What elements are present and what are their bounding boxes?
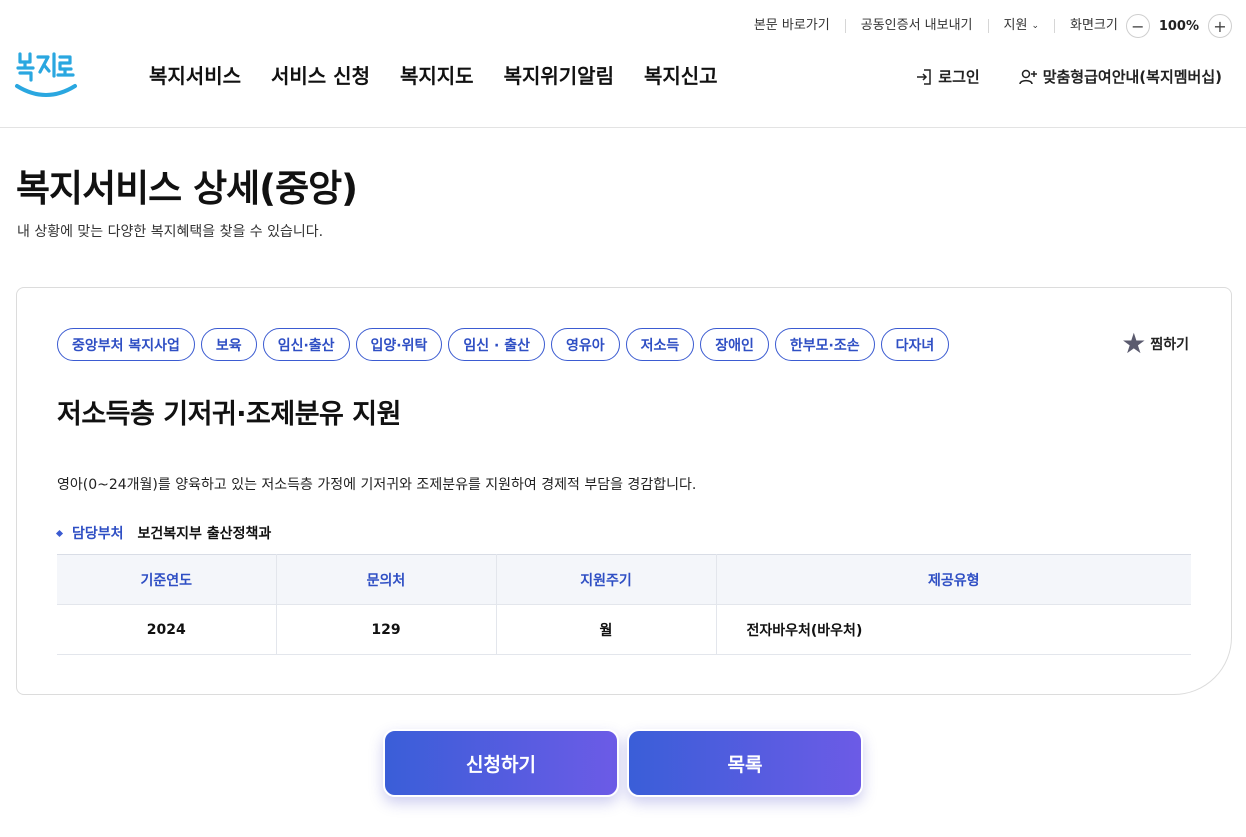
zoom-out-button[interactable]: − (1125, 14, 1150, 38)
login-icon (917, 68, 932, 85)
department-label: 담당부처 (72, 526, 124, 542)
logo-mark-icon (15, 52, 77, 97)
header-actions: 로그인 맞춤형급여안내(복지멤버십) (915, 66, 1222, 87)
apply-button[interactable]: 신청하기 (383, 729, 619, 797)
favorite-button[interactable]: ★ 찜하기 (1121, 330, 1189, 358)
user-plus-icon (1018, 69, 1037, 84)
utility-bar: 본문 바로가기 공동인증서 내보내기 지원 ⌄ 화면크기 − 100% + (739, 12, 1232, 40)
star-icon: ★ (1121, 327, 1147, 360)
service-description: 영아(0~24개월)를 양육하고 있는 저소득층 가정에 기저귀와 조제분유를 … (57, 477, 697, 493)
table-row: 2024 129 월 전자바우처(바우처) (57, 604, 1191, 655)
tag-central-ministry[interactable]: 중앙부처 복지사업 (57, 328, 195, 361)
nav-welfare-report[interactable]: 복지신고 (644, 60, 718, 89)
nav-welfare-map[interactable]: 복지지도 (400, 60, 474, 89)
cell-support-cycle: 월 (496, 604, 717, 655)
header-base-year: 기준연도 (57, 554, 277, 605)
tag-low-income[interactable]: 저소득 (625, 328, 695, 361)
cell-base-year: 2024 (57, 604, 277, 655)
support-dropdown[interactable]: 지원 ⌄ (989, 19, 1055, 33)
tag-adoption-foster[interactable]: 입양·위탁 (355, 328, 443, 361)
header-provision-type: 제공유형 (716, 554, 1191, 605)
page-title: 복지서비스 상세(중앙) (16, 167, 358, 210)
header-divider (0, 127, 1246, 128)
favorite-label: 찜하기 (1150, 337, 1189, 353)
membership-link[interactable]: 맞춤형급여안내(복지멤버십) (1018, 66, 1222, 87)
tag-pregnancy-birth-2[interactable]: 임신 · 출산 (448, 328, 545, 361)
screen-size-label: 화면크기 (1069, 18, 1118, 33)
table-header-row: 기준연도 문의처 지원주기 제공유형 (57, 554, 1191, 605)
category-tags: 중앙부처 복지사업 보육 임신·출산 입양·위탁 임신 · 출산 영유아 저소득… (57, 328, 955, 361)
tag-single-parent[interactable]: 한부모·조손 (774, 328, 875, 361)
service-title: 저소득층 기저귀·조제분유 지원 (57, 399, 401, 430)
page-subtitle: 내 상황에 맞는 다양한 복지혜택을 찾을 수 있습니다. (17, 224, 324, 240)
skip-to-content-link[interactable]: 본문 바로가기 (739, 19, 846, 33)
tag-disabled[interactable]: 장애인 (700, 328, 769, 361)
cell-provision-type: 전자바우처(바우처) (716, 604, 1191, 655)
login-link[interactable]: 로그인 (915, 66, 980, 87)
cert-export-link[interactable]: 공동인증서 내보내기 (846, 19, 989, 33)
header-support-cycle: 지원주기 (496, 554, 717, 605)
zoom-in-button[interactable]: + (1208, 14, 1232, 38)
service-detail-card: 중앙부처 복지사업 보육 임신·출산 입양·위탁 임신 · 출산 영유아 저소득… (16, 287, 1232, 695)
nav-welfare-services[interactable]: 복지서비스 (149, 60, 241, 89)
login-label: 로그인 (938, 68, 980, 86)
bottom-actions: 신청하기 목록 (383, 729, 863, 797)
nav-service-apply[interactable]: 서비스 신청 (271, 60, 370, 89)
header-contact: 문의처 (276, 554, 497, 605)
department-value: 보건복지부 출산정책과 (137, 526, 272, 542)
tag-multi-child[interactable]: 다자녀 (880, 328, 950, 361)
support-label: 지원 (1003, 18, 1028, 33)
department-info: 담당부처 보건복지부 출산정책과 (55, 523, 272, 543)
membership-label: 맞춤형급여안내(복지멤버십) (1042, 68, 1222, 86)
tag-pregnancy-birth[interactable]: 임신·출산 (262, 328, 350, 361)
zoom-level: 100% (1158, 18, 1199, 34)
bokjiro-logo[interactable] (14, 48, 78, 102)
nav-crisis-alert[interactable]: 복지위기알림 (504, 60, 614, 89)
service-info-table: 기준연도 문의처 지원주기 제공유형 2024 129 월 전자바우처(바우처) (57, 554, 1191, 655)
tag-childcare[interactable]: 보육 (200, 328, 257, 361)
main-nav: 복지서비스 서비스 신청 복지지도 복지위기알림 복지신고 (149, 60, 748, 89)
chevron-down-icon: ⌄ (1031, 21, 1039, 31)
tag-infant[interactable]: 영유아 (550, 328, 620, 361)
cell-contact: 129 (276, 604, 497, 655)
bullet-diamond-icon (55, 529, 64, 537)
list-button[interactable]: 목록 (627, 729, 863, 797)
